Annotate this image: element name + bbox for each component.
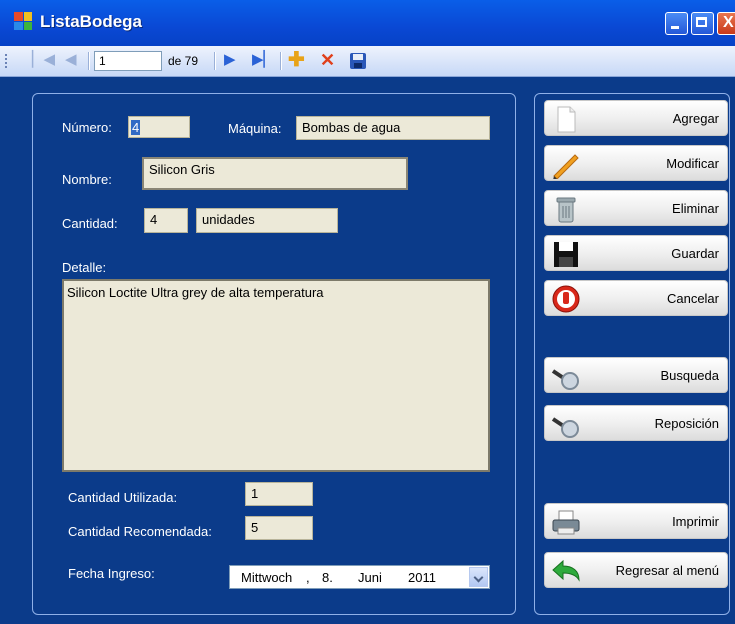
navigator-toolbar: ▏◀ ◀ de 79 ▶ ▶▏ ✚ ✕ bbox=[0, 46, 735, 77]
cantidad-field[interactable]: 4 bbox=[144, 208, 188, 233]
fecha-date-picker[interactable]: Mittwoch , 8. Juni 2011 bbox=[229, 565, 490, 589]
new-document-icon bbox=[557, 106, 576, 133]
delete-record-icon[interactable]: ✕ bbox=[320, 51, 335, 69]
main-window: ListaBodega ▏◀ ◀ de 79 ▶ ▶▏ ✚ ✕ Número: … bbox=[0, 0, 735, 624]
busqueda-label: Busqueda bbox=[660, 368, 719, 383]
utilizada-field[interactable]: 1 bbox=[245, 482, 313, 506]
busqueda-button[interactable]: Busqueda bbox=[544, 357, 728, 393]
imprimir-label: Imprimir bbox=[672, 514, 719, 529]
unidad-field[interactable]: unidades bbox=[196, 208, 338, 233]
reposicion-button[interactable]: Reposición bbox=[544, 405, 728, 441]
first-record-icon[interactable]: ▏◀ bbox=[32, 52, 55, 68]
printer-icon bbox=[552, 510, 580, 535]
numero-field[interactable]: 4 bbox=[128, 116, 190, 138]
chevron-down-icon[interactable] bbox=[469, 567, 488, 587]
detalle-label: Detalle: bbox=[62, 260, 107, 275]
window-title: ListaBodega bbox=[40, 12, 143, 31]
date-day[interactable]: 8. bbox=[322, 570, 333, 585]
cancelar-button[interactable]: Cancelar bbox=[544, 280, 728, 316]
next-record-icon[interactable]: ▶ bbox=[224, 52, 236, 68]
toolbar-separator bbox=[280, 52, 282, 70]
guardar-button[interactable]: Guardar bbox=[544, 235, 728, 271]
title-bar[interactable]: ListaBodega bbox=[0, 0, 735, 46]
stop-hand-icon bbox=[552, 285, 580, 313]
magnifier-icon bbox=[551, 369, 579, 390]
eliminar-label: Eliminar bbox=[672, 201, 719, 216]
recycle-bin-icon bbox=[556, 197, 576, 223]
detalle-textarea[interactable]: Silicon Loctite Ultra grey de alta tempe… bbox=[62, 279, 490, 472]
toolbar-separator bbox=[214, 52, 216, 70]
fecha-label: Fecha Ingreso: bbox=[68, 566, 155, 581]
eliminar-button[interactable]: Eliminar bbox=[544, 190, 728, 226]
maximize-button[interactable] bbox=[691, 12, 714, 35]
date-year[interactable]: 2011 bbox=[408, 570, 436, 585]
maquina-field[interactable]: Bombas de agua bbox=[296, 116, 490, 140]
date-weekday[interactable]: Mittwoch bbox=[241, 570, 292, 585]
modificar-button[interactable]: Modificar bbox=[544, 145, 728, 181]
cancelar-label: Cancelar bbox=[666, 291, 719, 306]
position-input[interactable] bbox=[94, 51, 162, 71]
nombre-field[interactable]: Silicon Gris bbox=[142, 157, 408, 190]
floppy-disk-icon bbox=[554, 242, 578, 267]
agregar-label: Agregar bbox=[672, 111, 719, 126]
reposicion-label: Reposición bbox=[654, 416, 719, 431]
pencil-icon bbox=[553, 154, 579, 179]
numero-value: 4 bbox=[131, 120, 141, 135]
guardar-label: Guardar bbox=[671, 246, 719, 261]
app-icon bbox=[14, 12, 32, 30]
cantidad-label: Cantidad: bbox=[62, 216, 118, 231]
toolbar-separator bbox=[88, 52, 90, 70]
toolbar-grip[interactable] bbox=[5, 54, 10, 68]
utilizada-label: Cantidad Utilizada: bbox=[68, 490, 178, 505]
regresar-label: Regresar al menú bbox=[615, 563, 719, 578]
recomendada-label: Cantidad Recomendada: bbox=[68, 524, 212, 539]
recomendada-field[interactable]: 5 bbox=[245, 516, 313, 540]
regresar-button[interactable]: Regresar al menú bbox=[544, 552, 728, 588]
magnifier-icon bbox=[551, 417, 579, 438]
save-record-icon[interactable] bbox=[350, 53, 366, 69]
modificar-label: Modificar bbox=[666, 156, 719, 171]
imprimir-button[interactable]: Imprimir bbox=[544, 503, 728, 539]
prev-record-icon[interactable]: ◀ bbox=[65, 52, 77, 68]
date-separator: , bbox=[306, 570, 310, 585]
minimize-button[interactable] bbox=[665, 12, 688, 35]
last-record-icon[interactable]: ▶▏ bbox=[252, 52, 275, 68]
close-button[interactable] bbox=[717, 12, 735, 35]
add-record-icon[interactable]: ✚ bbox=[288, 50, 305, 70]
back-arrow-icon bbox=[552, 559, 580, 582]
agregar-button[interactable]: Agregar bbox=[544, 100, 728, 136]
maquina-label: Máquina: bbox=[228, 121, 282, 136]
numero-label: Número: bbox=[62, 120, 112, 135]
date-month[interactable]: Juni bbox=[358, 570, 382, 585]
nombre-label: Nombre: bbox=[62, 172, 112, 187]
record-count-label: de 79 bbox=[168, 54, 199, 68]
